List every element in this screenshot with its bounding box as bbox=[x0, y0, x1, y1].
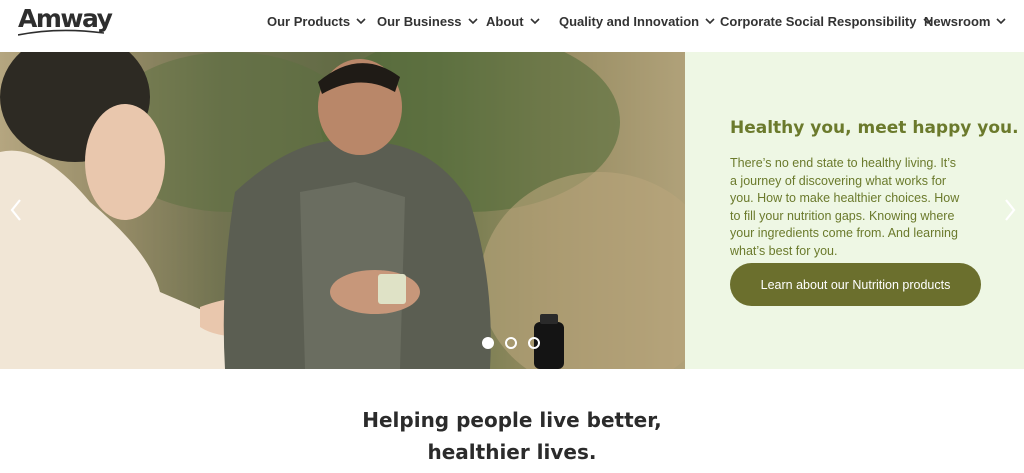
chevron-down-icon bbox=[467, 18, 478, 25]
chevron-down-icon bbox=[705, 18, 715, 25]
nav-our-business[interactable]: Our Business bbox=[377, 12, 479, 30]
hero-photo-illustration bbox=[0, 52, 685, 369]
nav-about[interactable]: About bbox=[486, 12, 541, 30]
carousel-dot-3[interactable] bbox=[528, 337, 540, 349]
logo-swoosh-icon bbox=[18, 29, 104, 36]
hero-body: There’s no end state to healthy living. … bbox=[730, 156, 960, 258]
headline-line-2: healthier lives. bbox=[427, 440, 597, 464]
hero-title: Healthy you, meet happy you. bbox=[730, 118, 1019, 138]
chevron-down-icon bbox=[356, 18, 366, 25]
site-header: Amway Our Products Our Business About Qu… bbox=[0, 0, 1024, 52]
carousel-dot-1[interactable] bbox=[482, 337, 494, 349]
chevron-right-icon[interactable] bbox=[1000, 196, 1020, 224]
nav-csr[interactable]: Corporate Social Responsibility bbox=[720, 12, 934, 30]
carousel-dot-2[interactable] bbox=[505, 337, 517, 349]
headline-line-1: Helping people live better, bbox=[362, 408, 662, 432]
nav-label: Quality and Innovation bbox=[559, 13, 700, 29]
nav-quality-innovation[interactable]: Quality and Innovation bbox=[559, 12, 716, 30]
nav-label: Newsroom bbox=[924, 13, 991, 29]
nav-our-products[interactable]: Our Products bbox=[267, 12, 367, 30]
chevron-left-icon[interactable] bbox=[6, 196, 26, 224]
nav-label: About bbox=[486, 13, 524, 29]
nutrition-products-button[interactable]: Learn about our Nutrition products bbox=[730, 263, 981, 306]
nav-label: Our Products bbox=[267, 13, 351, 29]
chevron-down-icon bbox=[996, 18, 1007, 25]
hero-carousel: Healthy you, meet happy you. There’s no … bbox=[0, 52, 1024, 369]
nav-newsroom[interactable]: Newsroom bbox=[924, 12, 1007, 30]
chevron-down-icon bbox=[529, 18, 540, 25]
hero-image bbox=[0, 52, 685, 369]
amway-logo[interactable]: Amway bbox=[18, 3, 113, 37]
section-headline: Helping people live better, healthier li… bbox=[0, 404, 1024, 468]
hero-text-panel: Healthy you, meet happy you. There’s no … bbox=[685, 52, 1024, 369]
carousel-dots bbox=[482, 337, 540, 349]
nav-label: Corporate Social Responsibility bbox=[720, 13, 917, 29]
nav-label: Our Business bbox=[377, 13, 462, 29]
